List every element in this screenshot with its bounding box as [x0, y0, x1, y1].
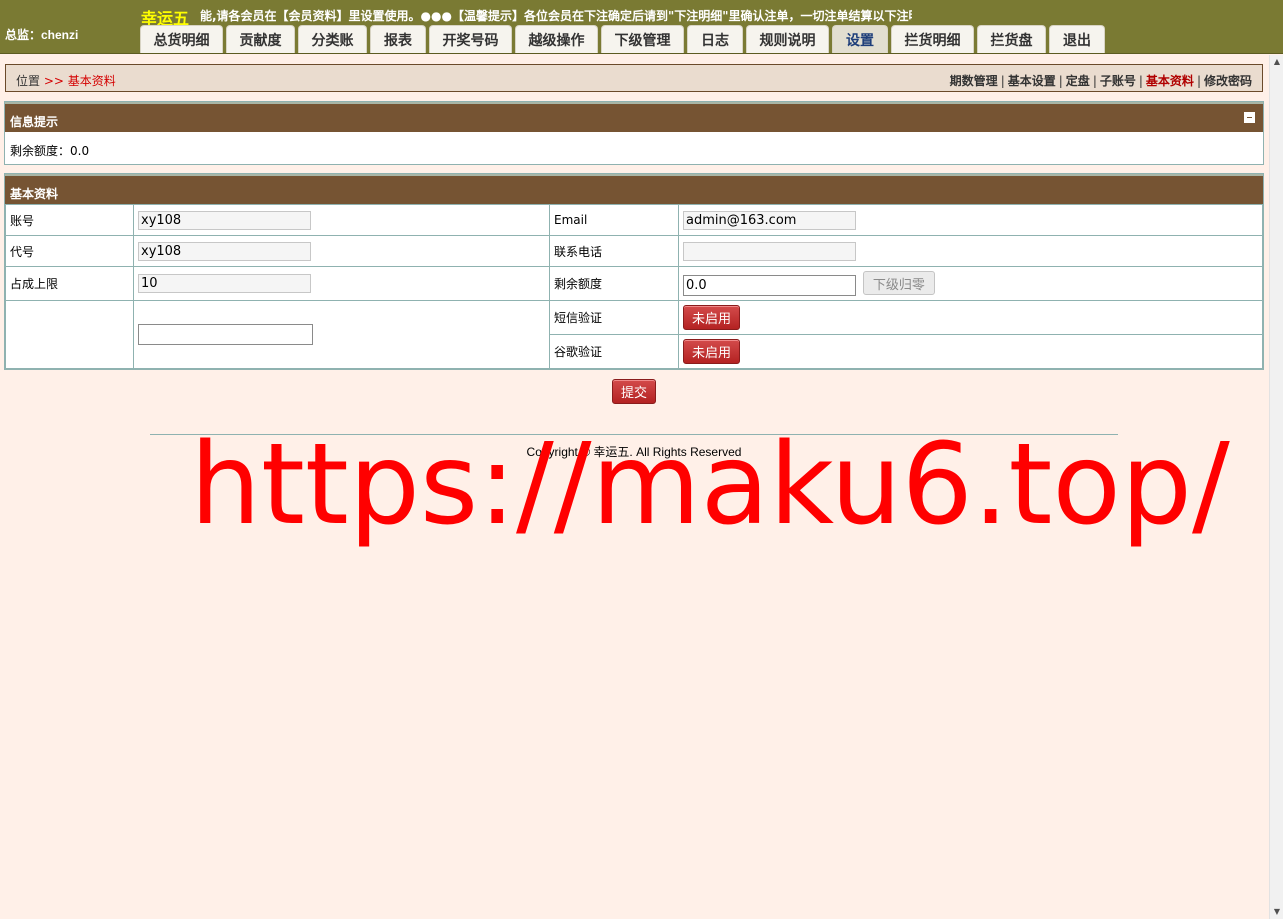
settings-sublinks: 期数管理 | 基本设置 | 定盘 | 子账号 | 基本资料 | 修改密码 [949, 74, 1252, 88]
link-change-password[interactable]: 修改密码 [1204, 74, 1252, 88]
breadcrumb-current: 基本资料 [67, 74, 116, 88]
share-limit-field[interactable] [138, 274, 311, 293]
top-header: 总监：chenzi 幸运五 能,请各会员在【会员资料】里设置使用。●●●【温馨提… [0, 0, 1283, 54]
sms-verify-label: 短信验证 [549, 300, 679, 335]
tab-override-ops[interactable]: 越级操作 [515, 25, 598, 53]
collapse-icon[interactable] [1244, 112, 1255, 123]
tab-intercept-detail[interactable]: 拦货明细 [891, 25, 974, 53]
main-nav: 总货明细 贡献度 分类账 报表 开奖号码 越级操作 下级管理 日志 规则说明 设… [140, 25, 1108, 54]
phone-label: 联系电话 [549, 235, 679, 267]
email-label: Email [549, 204, 679, 236]
code-field[interactable] [138, 241, 311, 261]
link-fixed-board[interactable]: 定盘 [1066, 74, 1090, 88]
submit-button[interactable]: 提交 [612, 379, 656, 404]
account-field[interactable] [138, 210, 311, 230]
extra-input[interactable] [138, 324, 313, 345]
info-panel-title: 信息提示 [5, 102, 1263, 132]
email-field[interactable] [683, 210, 856, 230]
balance-label: 剩余额度 [549, 266, 679, 301]
breadcrumb-root: 位置 [16, 74, 41, 88]
account-label: 账号 [5, 204, 134, 236]
extra-label-cell [5, 300, 134, 369]
breadcrumb-separator: >> [43, 74, 64, 88]
sms-verify-button[interactable]: 未启用 [683, 305, 741, 330]
google-verify-button[interactable]: 未启用 [683, 339, 741, 364]
user-label: 总监：chenzi [5, 28, 79, 42]
profile-form-table: 账号 Email 代号 联系电话 占成上限 剩余额度 下级归零 短信验证 未启用 [5, 204, 1263, 369]
link-basic-profile[interactable]: 基本资料 [1146, 74, 1194, 88]
scroll-down-icon[interactable]: ▼ [1270, 905, 1283, 919]
tab-log[interactable]: 日志 [687, 25, 743, 53]
tab-total-detail[interactable]: 总货明细 [140, 25, 223, 53]
profile-panel: 基本资料 账号 Email 代号 联系电话 占成上限 剩余额度 下级归零 短信验 [4, 173, 1264, 370]
info-panel: 信息提示 剩余额度：0.0 [4, 101, 1264, 165]
remaining-quota-text: 剩余额度：0.0 [10, 144, 90, 158]
tab-rules[interactable]: 规则说明 [746, 25, 829, 53]
reset-subordinates-button[interactable]: 下级归零 [862, 271, 935, 296]
link-sub-accounts[interactable]: 子账号 [1100, 74, 1136, 88]
tab-contribution[interactable]: 贡献度 [226, 25, 295, 53]
balance-field[interactable] [683, 274, 856, 296]
tab-report[interactable]: 报表 [370, 25, 426, 53]
breadcrumb: 位置 >> 基本资料 [16, 72, 116, 89]
vertical-scrollbar[interactable]: ▲ ▼ [1269, 55, 1283, 919]
code-label: 代号 [5, 235, 134, 267]
tab-intercept-board[interactable]: 拦货盘 [977, 25, 1046, 53]
tab-sub-management[interactable]: 下级管理 [601, 25, 684, 53]
share-limit-label: 占成上限 [5, 266, 134, 301]
tab-logout[interactable]: 退出 [1049, 25, 1105, 53]
watermark-url: https://maku6.top/ [190, 420, 1230, 550]
phone-field[interactable] [683, 241, 856, 261]
google-verify-label: 谷歌验证 [549, 334, 679, 369]
breadcrumb-bar: 位置 >> 基本资料 期数管理 | 基本设置 | 定盘 | 子账号 | 基本资料 | 修改密码 [5, 64, 1263, 92]
tab-category-ledger[interactable]: 分类账 [298, 25, 367, 53]
link-period-management[interactable]: 期数管理 [950, 74, 998, 88]
info-panel-title-text: 信息提示 [10, 115, 59, 129]
notice-marquee: 能,请各会员在【会员资料】里设置使用。●●●【温馨提示】各位会员在下注确定后请到… [200, 9, 912, 23]
tab-settings[interactable]: 设置 [832, 25, 888, 53]
link-basic-settings[interactable]: 基本设置 [1008, 74, 1056, 88]
profile-panel-title: 基本资料 [5, 174, 1263, 204]
tab-draw-numbers[interactable]: 开奖号码 [429, 25, 512, 53]
scroll-up-icon[interactable]: ▲ [1270, 55, 1283, 69]
